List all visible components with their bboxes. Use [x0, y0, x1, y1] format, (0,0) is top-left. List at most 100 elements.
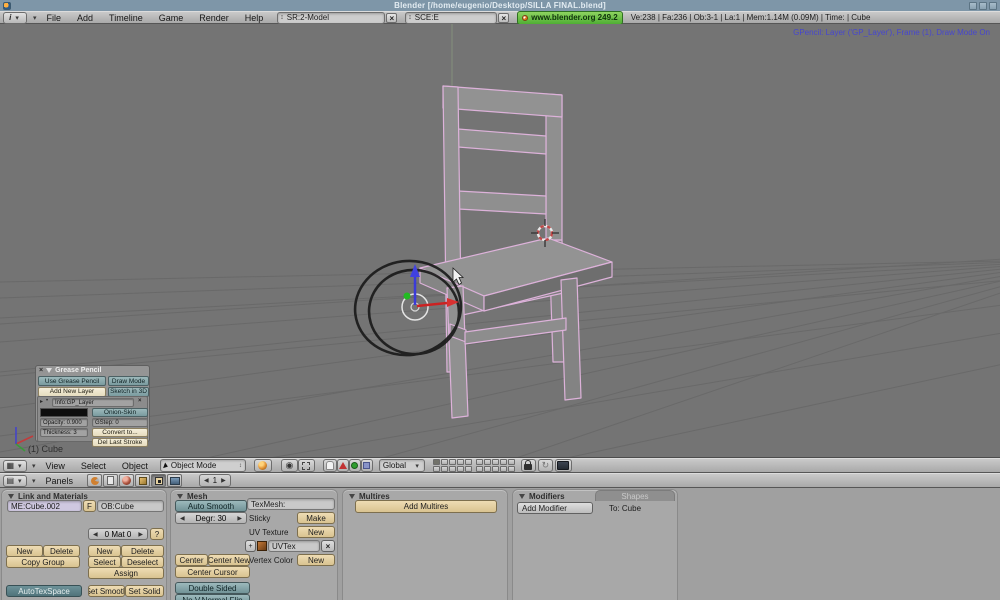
stroke-color-swatch[interactable] — [40, 408, 88, 417]
use-grease-pencil-toggle[interactable]: Use Grease Pencil — [38, 376, 106, 386]
step-left-icon[interactable]: ◀ — [204, 477, 209, 484]
layer-toggle[interactable] — [499, 466, 507, 472]
screen-selector[interactable]: ↕ SR:2-Model — [277, 11, 386, 24]
center-button[interactable]: Center — [175, 554, 208, 566]
menu-select[interactable]: Select — [73, 461, 114, 471]
lock-button[interactable] — [520, 459, 536, 472]
mesh-name-field[interactable]: ME:Cube.002 — [7, 500, 82, 512]
add-modifier-button[interactable]: Add Modifier — [517, 502, 593, 514]
opacity-slider[interactable]: Opacity: 0.900 — [40, 418, 88, 427]
copy-group-button[interactable]: Copy Group — [6, 556, 80, 568]
set-smooth-button[interactable]: Set Smooth — [88, 585, 125, 597]
menu-render[interactable]: Render — [191, 13, 237, 23]
panel-close-icon[interactable]: × — [39, 367, 43, 374]
scene-context-button[interactable] — [167, 474, 183, 487]
scene-selector[interactable]: ↕ SCE:E — [405, 11, 498, 24]
collapse-menu-icon[interactable]: ▾ — [31, 14, 39, 22]
layer-name-field[interactable]: Info:GP_Layer — [52, 398, 134, 407]
step-right-icon[interactable]: ▶ — [138, 531, 143, 538]
step-right-icon[interactable]: ▶ — [237, 515, 242, 522]
uv-new-button[interactable]: New — [297, 526, 335, 538]
autotexspace-toggle[interactable]: AutoTexSpace — [6, 585, 82, 597]
layer-toggle[interactable] — [448, 459, 456, 465]
layer-toggle[interactable] — [448, 466, 456, 472]
editor-type-button-3dview[interactable]: ▦ ▾ — [3, 459, 27, 472]
scene-delete-button[interactable]: × — [498, 12, 510, 23]
panel-collapse-icon[interactable] — [8, 494, 14, 499]
vertex-color-new-button[interactable]: New — [297, 554, 335, 566]
layer-toggle[interactable] — [440, 466, 448, 472]
sync-button[interactable]: ↻ — [537, 459, 553, 472]
minimize-button[interactable] — [969, 1, 977, 10]
layer-delete-icon[interactable]: × — [138, 398, 142, 404]
set-solid-button[interactable]: Set Solid — [125, 585, 164, 597]
layer-toggle[interactable] — [475, 466, 483, 472]
uv-delete-button[interactable]: × — [321, 540, 335, 552]
layer-toggle[interactable] — [475, 459, 483, 465]
manipulator-toggle[interactable] — [322, 459, 337, 472]
panel-collapse-icon[interactable] — [519, 494, 525, 499]
convert-to-button[interactable]: Convert to... — [92, 428, 148, 437]
close-button[interactable] — [989, 1, 997, 10]
frame-stepper[interactable]: ◀ 1 ▶ — [199, 474, 231, 487]
no-vnormal-flip-toggle[interactable]: No V.Normal Flip — [175, 594, 250, 600]
step-right-icon[interactable]: ▶ — [221, 477, 226, 484]
double-sided-toggle[interactable]: Double Sided — [175, 582, 250, 594]
object-name-field[interactable]: OB:Cube — [97, 500, 164, 512]
panel-collapse-icon[interactable] — [349, 494, 355, 499]
menu-panels[interactable]: Panels — [38, 476, 82, 486]
layer-toggle[interactable] — [499, 459, 507, 465]
render-preview-button[interactable] — [554, 459, 572, 472]
panel-collapse-icon[interactable] — [46, 368, 53, 373]
layer-expand-icon[interactable]: ▸ — [40, 398, 43, 405]
texmesh-field[interactable]: TexMesh: — [247, 498, 335, 510]
layer-toggle[interactable] — [432, 459, 440, 465]
auto-smooth-toggle[interactable]: Auto Smooth — [175, 500, 247, 512]
menu-file[interactable]: File — [39, 13, 70, 23]
center-new-button[interactable]: Center New — [208, 554, 250, 566]
layer-toggle[interactable] — [483, 466, 491, 472]
maximize-button[interactable] — [979, 1, 987, 10]
thickness-slider[interactable]: Thickness: 3 — [40, 428, 88, 437]
del-last-stroke-button[interactable]: Del Last Stroke — [92, 438, 148, 447]
shading-context-button[interactable] — [119, 474, 135, 487]
layer-toggle[interactable] — [440, 459, 448, 465]
add-multires-button[interactable]: Add Multires — [355, 500, 497, 513]
editor-type-button-buttons[interactable]: ▤ ▾ — [3, 474, 27, 487]
layer-toggle[interactable] — [464, 459, 472, 465]
layer-toggle[interactable] — [491, 459, 499, 465]
assign-button[interactable]: Assign — [88, 567, 164, 579]
logic-context-button[interactable] — [87, 474, 103, 487]
rotate-manipulator-toggle[interactable] — [348, 459, 361, 472]
object-context-button[interactable] — [135, 474, 151, 487]
step-left-icon[interactable]: ◀ — [180, 515, 185, 522]
layer-toggle[interactable] — [456, 466, 464, 472]
gstep-slider[interactable]: GStep: 0 — [92, 418, 148, 427]
collapse-menu-icon[interactable]: ▾ — [30, 477, 38, 485]
add-new-layer-button[interactable]: Add New Layer — [38, 386, 106, 397]
degr-stepper[interactable]: ◀ Degr: 30 ▶ — [175, 512, 247, 524]
pivot-dropdown[interactable]: ◉ — [280, 459, 298, 472]
step-left-icon[interactable]: ◀ — [93, 531, 98, 538]
uv-layer-name-field[interactable]: UVTex — [268, 540, 320, 552]
translate-manipulator-toggle[interactable] — [336, 459, 349, 472]
draw-type-button[interactable] — [253, 459, 272, 472]
menu-timeline[interactable]: Timeline — [101, 13, 151, 23]
menu-object[interactable]: Object — [114, 461, 156, 471]
mode-dropdown[interactable]: Object Mode ↕ — [159, 459, 246, 472]
uv-pin-button[interactable]: + — [245, 540, 256, 552]
collapse-menu-icon[interactable]: ▾ — [30, 462, 38, 470]
viewport-3d[interactable]: GPencil: Layer ('GP_Layer'), Frame (1), … — [0, 24, 1000, 458]
screen-delete-button[interactable]: × — [386, 12, 398, 23]
sketch-in-3d-toggle[interactable]: Sketch in 3D — [108, 386, 149, 397]
draw-mode-toggle[interactable]: Draw Mode — [108, 376, 149, 386]
menu-game[interactable]: Game — [151, 13, 192, 23]
layer-toggle[interactable] — [507, 466, 515, 472]
layer-toggle[interactable] — [491, 466, 499, 472]
sticky-make-button[interactable]: Make — [297, 512, 335, 524]
scale-manipulator-toggle[interactable] — [360, 459, 373, 472]
editing-context-button[interactable] — [151, 474, 167, 487]
layer-toggle[interactable] — [464, 466, 472, 472]
menu-add[interactable]: Add — [69, 13, 101, 23]
menu-help[interactable]: Help — [237, 13, 272, 23]
